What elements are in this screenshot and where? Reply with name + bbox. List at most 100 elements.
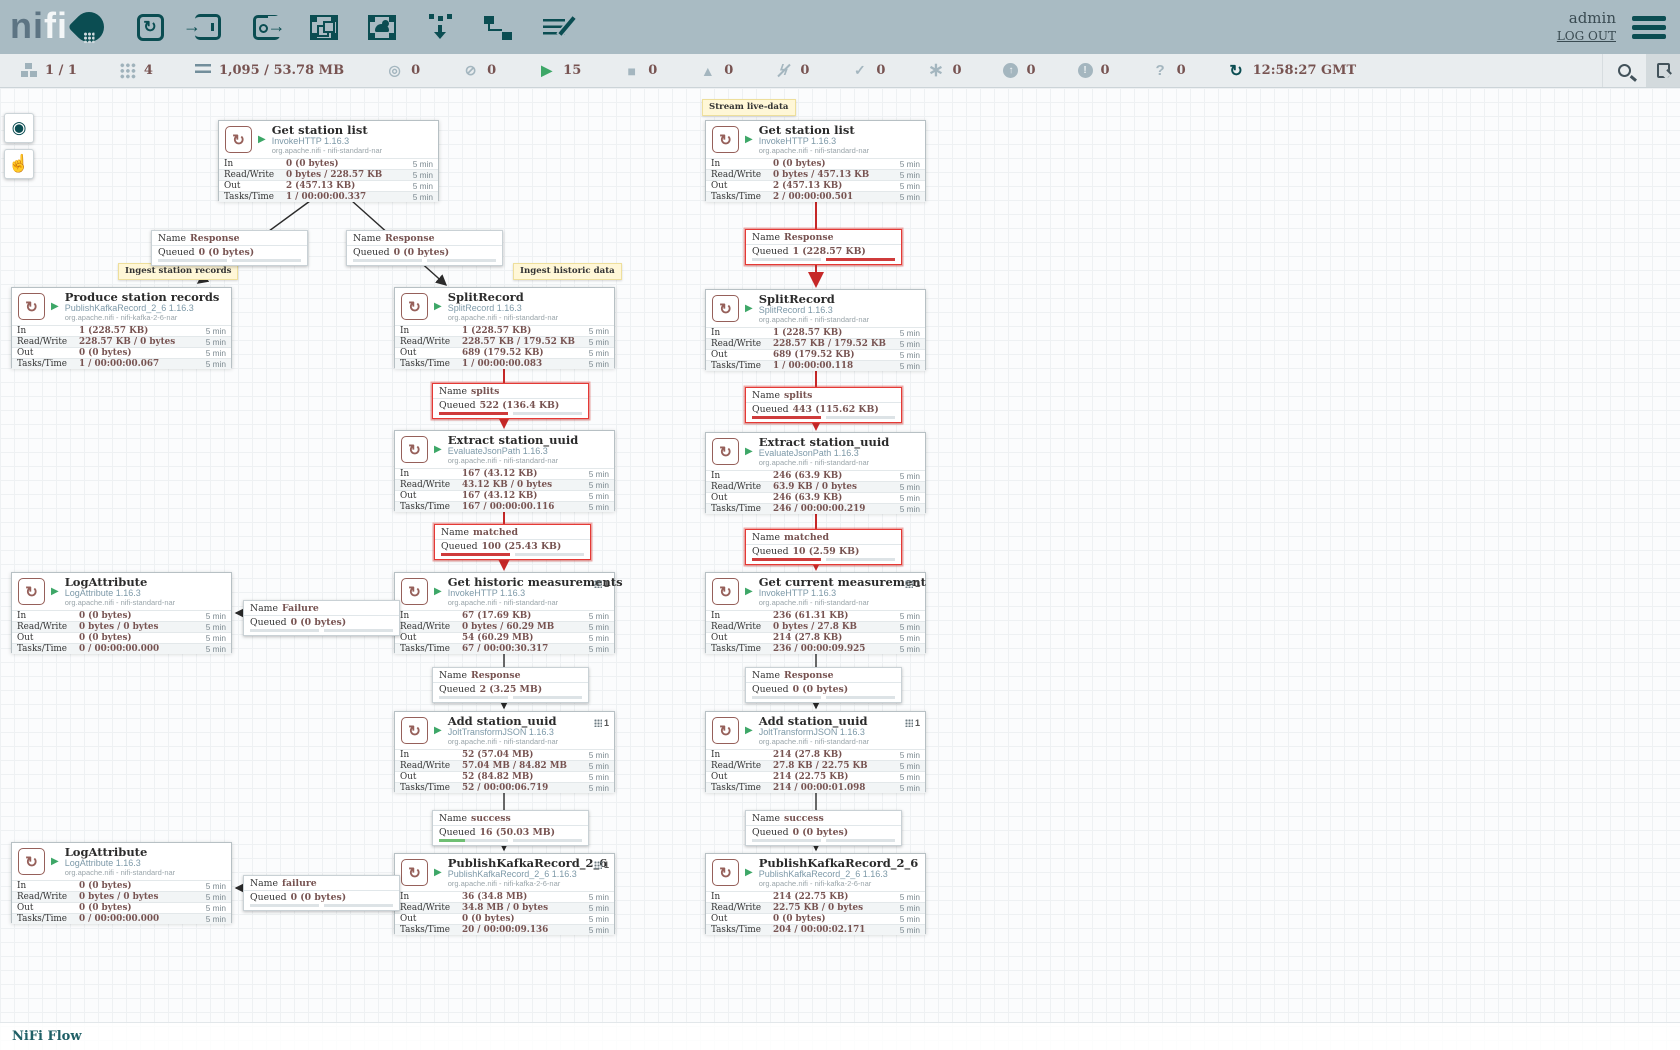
processor-type: JoltTransformJSON 1.16.3: [759, 727, 869, 737]
drag-output-port-tool[interactable]: [246, 8, 286, 46]
stat-value: 2 / 00:00:00.501: [773, 192, 892, 202]
run-status-icon: ▶: [258, 134, 266, 145]
stat-value: 63.9 KB / 0 bytes: [773, 482, 892, 492]
stat-window: 5 min: [581, 480, 609, 490]
operate-palette-button[interactable]: ☝: [4, 149, 34, 179]
stat-label: Tasks/Time: [711, 925, 773, 935]
status-item-not-transmitting: 0: [462, 62, 496, 79]
processor-add-station-uuid-mid[interactable]: ↻ ▶ Add station_uuid JoltTransformJSON 1…: [394, 711, 615, 792]
processor-extract-station-uuid-right[interactable]: ↻ ▶ Extract station_uuid EvaluateJsonPat…: [705, 432, 926, 513]
connection-q-success-right[interactable]: Namesuccess Queued0 (0 bytes): [745, 810, 902, 846]
processor-bundle: org.apache.nifi - nifi-standard-nar: [272, 146, 382, 155]
connection-q-success-mid[interactable]: Namesuccess Queued16 (50.03 MB): [432, 810, 589, 846]
drag-process-group-tool[interactable]: [304, 8, 344, 46]
connection-q-matched-mid[interactable]: Namematched Queued100 (25.43 KB): [434, 524, 591, 560]
run-status-icon: ▶: [745, 303, 753, 314]
connection-q-splits-right[interactable]: Namesplits Queued443 (115.62 KB): [745, 387, 902, 423]
processor-extract-station-uuid-mid[interactable]: ↻ ▶ Extract station_uuid EvaluateJsonPat…: [394, 430, 615, 511]
stat-row: Out 246 (63.9 KB) 5 min: [706, 492, 925, 503]
global-menu-icon[interactable]: [1632, 12, 1666, 43]
connection-q-response-to-split-mid[interactable]: NameResponse Queued0 (0 bytes): [346, 230, 503, 266]
connection-q-failure-historic[interactable]: NameFailure Queued0 (0 bytes): [243, 600, 400, 636]
processor-get-station-list-right[interactable]: ↻ ▶ Get station list InvokeHTTP 1.16.3 o…: [705, 120, 926, 201]
connection-q-matched-right[interactable]: Namematched Queued10 (2.59 KB): [745, 529, 902, 565]
label-ingest-historic-data[interactable]: Ingest historic data: [513, 263, 622, 280]
stat-value: 0 bytes / 0 bytes: [79, 622, 198, 632]
active-threads-badge: 1: [594, 860, 609, 870]
run-status-icon: ▶: [745, 446, 753, 457]
status-value: 0: [1026, 63, 1035, 78]
drag-label-tool[interactable]: [536, 8, 576, 46]
drag-template-tool[interactable]: [478, 8, 518, 46]
processor-bundle: org.apache.nifi - nifi-standard-nar: [448, 598, 623, 607]
processor-get-current-measurement[interactable]: ↻ ▶ Get current measurement InvokeHTTP 1…: [705, 572, 926, 653]
queued-value: 0 (0 bytes): [291, 892, 347, 903]
refresh-icon[interactable]: [1228, 62, 1245, 79]
stat-row: Tasks/Time 1 / 00:00:00.337 5 min: [219, 191, 438, 202]
drag-input-port-tool[interactable]: [188, 8, 228, 46]
logout-link[interactable]: LOG OUT: [1557, 29, 1616, 43]
threads-grid-icon: [905, 719, 913, 727]
processor-publish-kafka-mid[interactable]: ↻ ▶ PublishKafkaRecord_2_6 PublishKafkaR…: [394, 853, 615, 934]
processor-split-record-mid[interactable]: ↻ ▶ SplitRecord SplitRecord 1.16.3 org.a…: [394, 287, 615, 368]
hand-pointer-icon: ☝: [8, 154, 29, 174]
stat-label: Tasks/Time: [400, 783, 462, 793]
relationship-name: success: [471, 813, 511, 824]
connection-q-response-to-produce[interactable]: NameResponse Queued0 (0 bytes): [151, 230, 308, 266]
stat-row: Tasks/Time 246 / 00:00:00.219 5 min: [706, 503, 925, 514]
processor-type-icon: ↻: [712, 295, 739, 322]
label-icon: [543, 17, 569, 37]
stat-window: 5 min: [892, 892, 920, 902]
nifi-droplet-icon: [68, 6, 110, 48]
processor-name: LogAttribute: [65, 576, 175, 588]
processor-log-attribute-2[interactable]: ↻ ▶ LogAttribute LogAttribute 1.16.3 org…: [11, 842, 232, 923]
status-item-disabled: 0: [775, 62, 809, 79]
queued-label: Queued: [158, 247, 195, 258]
stat-value: 1 / 00:00:00.118: [773, 361, 892, 371]
drag-processor-tool[interactable]: ↻: [130, 8, 170, 46]
processor-header: ↻ ▶ Add station_uuid JoltTransformJSON 1…: [395, 712, 614, 749]
processor-type-icon: ↻: [401, 293, 428, 320]
processor-name: Get station list: [272, 124, 382, 136]
navigate-palette-button[interactable]: ◉: [4, 113, 34, 143]
processor-split-record-right[interactable]: ↻ ▶ SplitRecord SplitRecord 1.16.3 org.a…: [705, 289, 926, 370]
connection-q-failure-publish[interactable]: Namefailure Queued0 (0 bytes): [243, 875, 400, 911]
stat-label: Read/Write: [17, 892, 79, 902]
processor-type: LogAttribute 1.16.3: [65, 858, 175, 868]
stat-label: Read/Write: [711, 339, 773, 349]
stat-label: Tasks/Time: [400, 925, 462, 935]
flow-canvas[interactable]: ◉ ☝ Ingest station recordsIngest histori…: [0, 88, 1680, 1050]
connection-q-response-to-split-right[interactable]: NameResponse Queued1 (228.57 KB): [745, 229, 902, 265]
processor-publish-kafka-right[interactable]: ↻ ▶ PublishKafkaRecord_2_6 PublishKafkaR…: [705, 853, 926, 934]
processor-log-attribute-1[interactable]: ↻ ▶ LogAttribute LogAttribute 1.16.3 org…: [11, 572, 232, 653]
stat-value: 52 (84.82 MB): [462, 772, 581, 782]
drag-funnel-tool[interactable]: [420, 8, 460, 46]
queue-name-label: Name: [752, 670, 780, 681]
processor-add-station-uuid-right[interactable]: ↻ ▶ Add station_uuid JoltTransformJSON 1…: [705, 711, 926, 792]
breadcrumb[interactable]: NiFi Flow: [12, 1029, 82, 1044]
stat-window: 5 min: [581, 761, 609, 771]
status-item-invalid: 0: [699, 62, 733, 79]
backpressure-bar: [158, 259, 227, 262]
drag-remote-process-group-tool[interactable]: [362, 8, 402, 46]
processor-get-station-list-mid[interactable]: ↻ ▶ Get station list InvokeHTTP 1.16.3 o…: [218, 120, 439, 201]
stat-label: In: [711, 750, 773, 760]
stat-value: 36 (34.8 MB): [462, 892, 581, 902]
bulletin-panel-button[interactable]: [1646, 54, 1680, 87]
processor-produce-station-records[interactable]: ↻ ▶ Produce station records PublishKafka…: [11, 287, 232, 368]
connection-q-response-historic[interactable]: NameResponse Queued2 (3.25 MB): [432, 667, 589, 703]
stat-row: Tasks/Time 52 / 00:00:06.719 5 min: [395, 782, 614, 793]
label-stream-live-data[interactable]: Stream live-data: [702, 99, 796, 116]
active-threads-icon: [119, 62, 136, 79]
status-value: 1 / 1: [45, 63, 77, 78]
running-icon: [538, 62, 555, 79]
connection-q-response-current[interactable]: NameResponse Queued0 (0 bytes): [745, 667, 902, 703]
top-toolbar: nifi ↻ admin LOG OUT: [0, 0, 1680, 54]
stat-window: 5 min: [892, 159, 920, 169]
stat-row: Tasks/Time 0 / 00:00:00.000 5 min: [12, 643, 231, 654]
connection-q-splits-mid[interactable]: Namesplits Queued522 (136.4 KB): [432, 383, 589, 419]
processor-get-historic-measurements[interactable]: ↻ ▶ Get historic measurements InvokeHTTP…: [394, 572, 615, 653]
search-button[interactable]: [1602, 54, 1646, 87]
stat-row: Out 689 (179.52 KB) 5 min: [395, 347, 614, 358]
processor-type-icon: ↻: [401, 717, 428, 744]
